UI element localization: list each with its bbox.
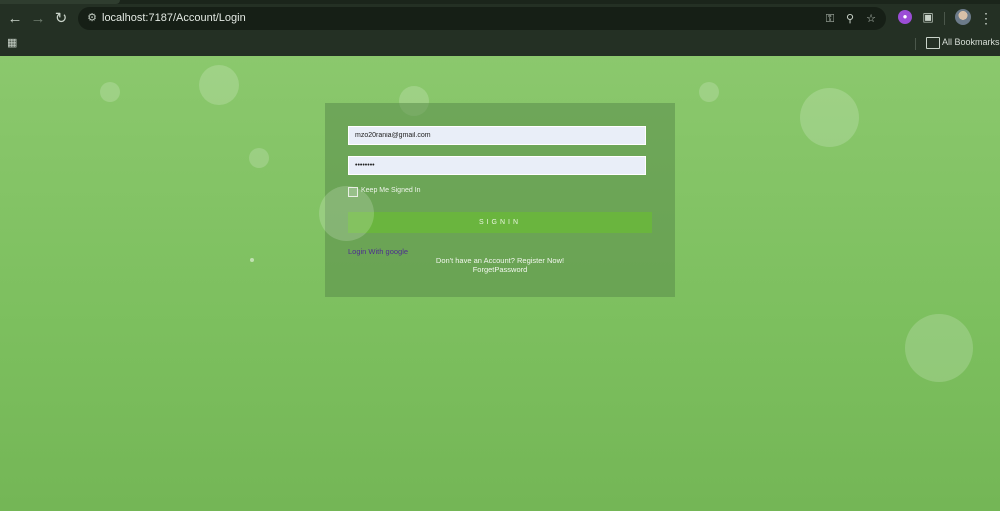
- apps-grid-icon[interactable]: ▦: [7, 37, 19, 49]
- reload-icon[interactable]: ↻: [51, 9, 71, 29]
- decorative-bubble: [250, 258, 254, 262]
- avatar[interactable]: [955, 9, 971, 25]
- decorative-bubble: [100, 82, 120, 102]
- decorative-bubble: [699, 82, 719, 102]
- signin-button[interactable]: SIGNIN: [348, 212, 652, 233]
- decorative-bubble: [800, 88, 859, 147]
- extension-icon[interactable]: ●: [898, 10, 912, 24]
- address-bar[interactable]: ⚙ localhost:7187/Account/Login ⚿ ⚲ ☆: [78, 7, 886, 30]
- bookmarks-divider: [915, 38, 916, 50]
- site-info-icon[interactable]: ⚙: [85, 11, 99, 25]
- decorative-bubble: [319, 186, 374, 241]
- email-field[interactable]: [348, 126, 646, 145]
- all-bookmarks-link[interactable]: All Bookmarks: [942, 37, 1000, 47]
- password-field[interactable]: [348, 156, 646, 175]
- tab-strip: [0, 0, 1000, 4]
- login-card: Keep Me Signed In SIGNIN Login With goog…: [325, 103, 675, 297]
- decorative-bubble: [905, 314, 973, 382]
- puzzle-icon[interactable]: ▣: [921, 10, 935, 24]
- key-icon[interactable]: ⚿: [822, 11, 838, 27]
- page-background: Keep Me Signed In SIGNIN Login With goog…: [0, 56, 1000, 511]
- register-link[interactable]: Don't have an Account? Register Now!: [325, 256, 675, 265]
- zoom-icon[interactable]: ⚲: [842, 11, 858, 27]
- browser-chrome: ← → ↻ ⚙ localhost:7187/Account/Login ⚿ ⚲…: [0, 0, 1000, 56]
- login-with-google-link[interactable]: Login With google: [348, 247, 408, 256]
- toolbar-divider: [944, 12, 945, 25]
- active-tab-edge[interactable]: [0, 0, 120, 4]
- back-arrow-icon[interactable]: ←: [5, 9, 25, 29]
- url-text[interactable]: localhost:7187/Account/Login: [102, 12, 246, 24]
- forward-arrow-icon[interactable]: →: [28, 9, 48, 29]
- forget-password-link[interactable]: ForgetPassword: [325, 265, 675, 274]
- keep-signed-in-label: Keep Me Signed In: [361, 187, 421, 194]
- decorative-bubble: [199, 65, 239, 105]
- folder-icon[interactable]: [926, 37, 940, 49]
- star-icon[interactable]: ☆: [863, 11, 879, 27]
- menu-dots-icon[interactable]: ⋮: [979, 9, 993, 27]
- decorative-bubble: [249, 148, 269, 168]
- bookmarks-bar: ▦ All Bookmarks: [0, 33, 1000, 56]
